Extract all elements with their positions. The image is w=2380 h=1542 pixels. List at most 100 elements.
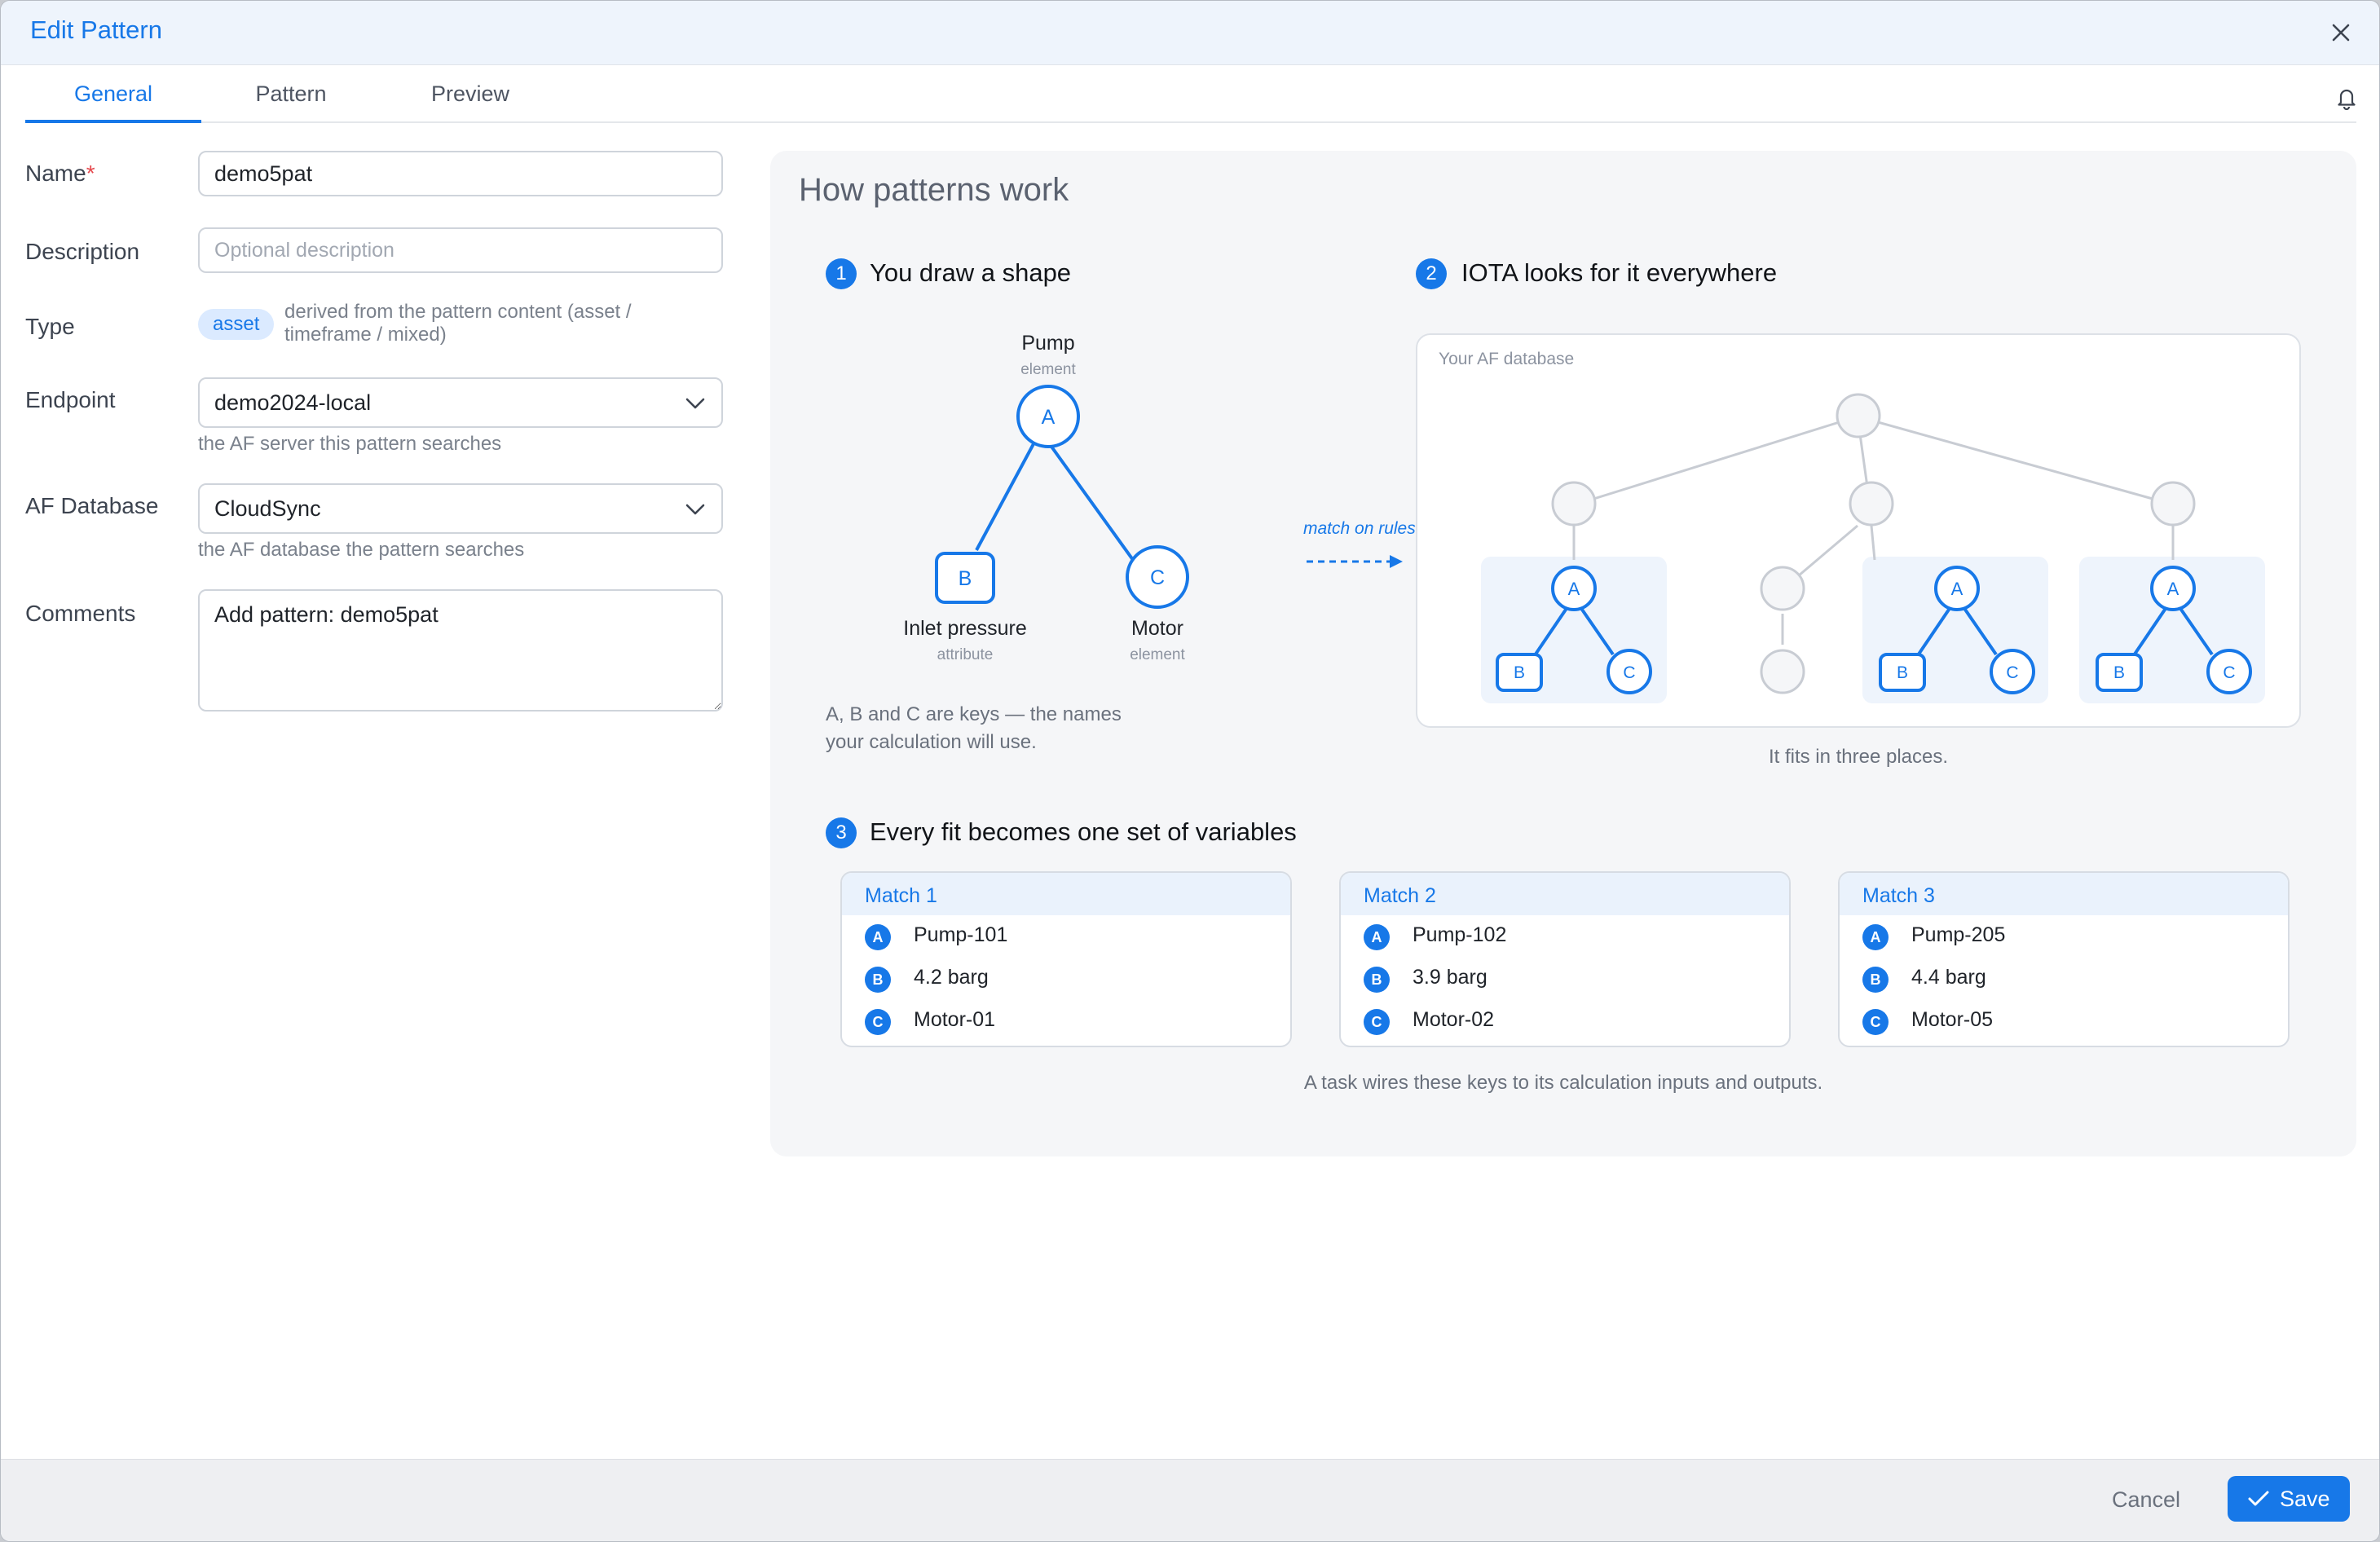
key-badge: C [865, 1009, 891, 1035]
name-input[interactable]: demo5pat [198, 151, 723, 196]
af-database-hint: the AF database the pattern searches [198, 539, 525, 561]
description-label: Description [25, 239, 140, 264]
comments-label: Comments [25, 601, 136, 626]
node-c-key: C [1150, 566, 1165, 589]
endpoint-label: Endpoint [25, 387, 116, 412]
match-value: 3.9 barg [1413, 966, 1488, 989]
match-card-title: Match 1 [842, 873, 1290, 915]
match-row: A Pump-102 [1341, 915, 1789, 958]
match-card-title: Match 2 [1341, 873, 1789, 915]
key-badge: C [1364, 1009, 1390, 1035]
type-badge: asset [198, 309, 275, 340]
mini-match-2-key-b: B [1897, 663, 1908, 682]
mini-match-2-key-c: C [2006, 663, 2018, 682]
step-2-caption: It fits in three places. [1768, 746, 1949, 768]
mini-match-3-key-b: B [2113, 663, 2125, 682]
key-badge: B [1862, 967, 1889, 993]
step-3-caption: A task wires these keys to its calculati… [1303, 1072, 1823, 1094]
match-value: 4.4 barg [1911, 966, 1986, 989]
match-card-3: Match 3 A Pump-205 B 4.4 barg C Motor-05 [1838, 871, 2290, 1047]
node-a-sub: element [1020, 361, 1076, 378]
endpoint-hint: the AF server this pattern searches [198, 433, 502, 455]
save-button-label: Save [2280, 1487, 2330, 1511]
node-b-key: B [959, 567, 972, 590]
match-card-title: Match 3 [1840, 873, 2288, 915]
match-card-2: Match 2 A Pump-102 B 3.9 barg C Motor-02 [1339, 871, 1791, 1047]
match-row: B 4.2 barg [842, 958, 1290, 1000]
dialog-title: Edit Pattern [30, 15, 162, 44]
match-row: B 4.4 barg [1840, 958, 2288, 1000]
dialog-header: Edit Pattern [1, 1, 2379, 65]
node-c-label: Motor [1131, 617, 1183, 640]
af-database-value: CloudSync [214, 496, 321, 521]
af-database-diagram: Your AF database A B C A B C A B C [1416, 333, 2301, 728]
name-label-text: Name [25, 161, 86, 186]
edge-a-c [1046, 439, 1145, 576]
bell-icon[interactable] [2335, 86, 2358, 110]
chevron-down-icon [685, 398, 705, 409]
key-badge: B [1364, 967, 1390, 993]
match-row: A Pump-101 [842, 915, 1290, 958]
key-badge: A [865, 924, 891, 950]
tab-preview[interactable]: Preview [381, 64, 560, 123]
match-row: B 3.9 barg [1341, 958, 1789, 1000]
mini-match-2-key-a: A [1951, 579, 1964, 599]
comments-textarea[interactable]: Add pattern: demo5pat [198, 589, 723, 712]
mini-match-3-key-c: C [2223, 663, 2235, 682]
cancel-button[interactable]: Cancel [2112, 1487, 2180, 1513]
key-badge: B [865, 967, 891, 993]
step-1-note-line-1: A, B and C are keys — the names [826, 703, 1122, 725]
node-b-label: Inlet pressure [903, 617, 1027, 640]
match-card-1: Match 1 A Pump-101 B 4.2 barg C Motor-01 [840, 871, 1292, 1047]
node-c-sub: element [1130, 646, 1185, 663]
step-2-number: 2 [1416, 258, 1447, 289]
type-label: Type [25, 314, 75, 339]
how-patterns-work-panel: How patterns work 1 You draw a shape A B… [770, 151, 2356, 1156]
required-mark: * [86, 161, 95, 186]
close-icon[interactable] [2327, 19, 2355, 46]
type-note: derived from the pattern content (asset … [284, 301, 632, 346]
match-value: Motor-05 [1911, 1008, 1994, 1031]
match-value: Pump-102 [1413, 923, 1507, 946]
match-value: 4.2 barg [914, 966, 989, 989]
match-value: Pump-101 [914, 923, 1008, 946]
node-a-key: A [1042, 406, 1056, 429]
af-database-label: AF Database [25, 493, 159, 518]
endpoint-select[interactable]: demo2024-local [198, 377, 723, 428]
arrow-right-icon [1307, 555, 1403, 568]
node-a-label: Pump [1021, 332, 1075, 355]
af-database-select[interactable]: CloudSync [198, 483, 723, 534]
match-row: A Pump-205 [1840, 915, 2288, 958]
match-value: Motor-02 [1413, 1008, 1495, 1031]
name-label: Name* [25, 161, 95, 187]
tab-pattern[interactable]: Pattern [201, 64, 381, 123]
mini-match-1-key-c: C [1623, 663, 1635, 682]
chevron-down-icon [685, 504, 705, 515]
step-3-number: 3 [826, 817, 857, 848]
af-tree-diagram: A B C A B C A B C [1481, 393, 2265, 703]
tab-bar: General Pattern Preview [1, 64, 2379, 123]
dialog-footer: Cancel Save [1, 1459, 2379, 1541]
step-1-note-line-2: your calculation will use. [826, 731, 1037, 753]
key-badge: A [1364, 924, 1390, 950]
mini-match-1-key-a: A [1568, 579, 1580, 599]
tab-general[interactable]: General [25, 64, 201, 123]
step-3-title: Every fit becomes one set of variables [870, 817, 1297, 846]
check-icon [2248, 1491, 2269, 1506]
save-button[interactable]: Save [2228, 1476, 2350, 1522]
match-row: C Motor-01 [842, 1000, 1290, 1042]
key-badge: A [1862, 924, 1889, 950]
edit-pattern-dialog: Edit Pattern General Pattern Preview Nam… [0, 0, 2380, 1542]
description-input[interactable]: Optional description [198, 227, 723, 273]
match-on-rules-label: match on rules [1303, 519, 1416, 538]
step-2-title: IOTA looks for it everywhere [1461, 258, 1778, 287]
endpoint-value: demo2024-local [214, 390, 372, 415]
mini-match-3-key-a: A [2167, 579, 2179, 599]
match-row: C Motor-05 [1840, 1000, 2288, 1042]
match-row: C Motor-02 [1341, 1000, 1789, 1042]
mini-match-1-key-b: B [1514, 663, 1525, 682]
key-badge: C [1862, 1009, 1889, 1035]
node-b-sub: attribute [937, 646, 994, 663]
edge-a-b [975, 440, 1037, 551]
match-value: Pump-205 [1911, 923, 2006, 946]
